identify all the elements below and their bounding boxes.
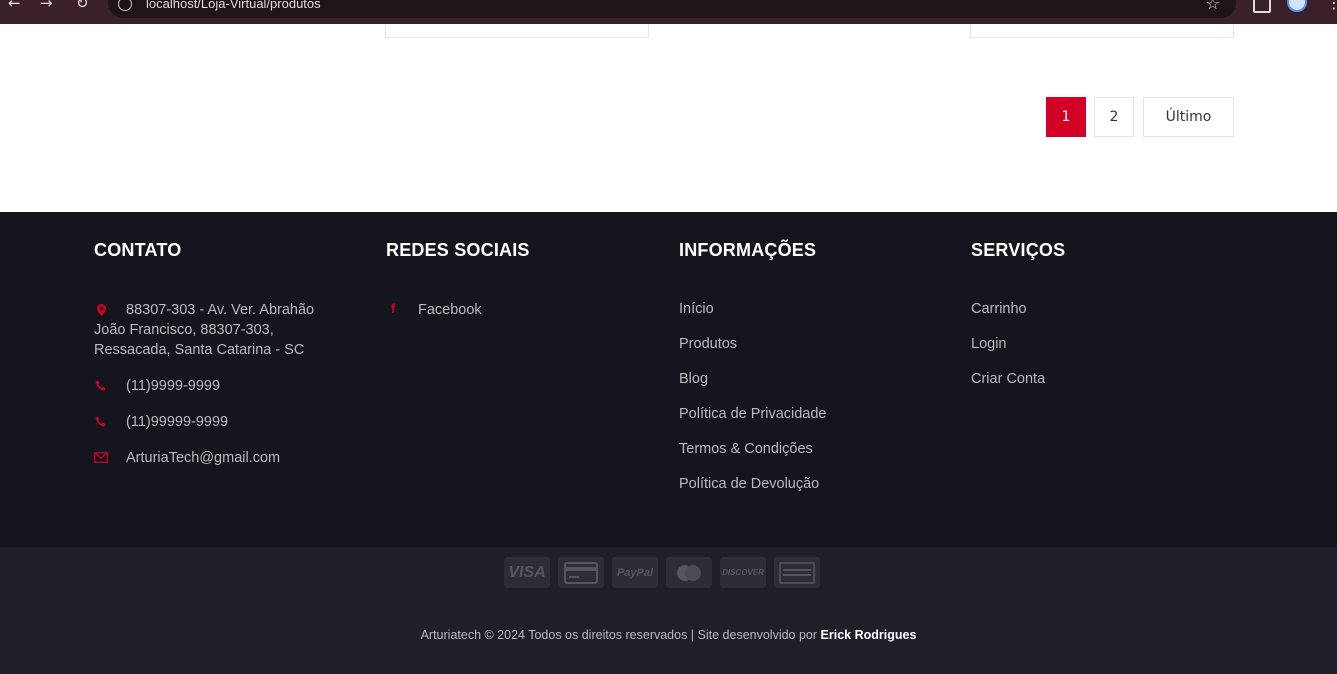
list-item: Blog: [679, 369, 959, 389]
facebook-icon: f: [390, 301, 396, 316]
list-item: Política de Privacidade: [679, 404, 959, 424]
profile-avatar[interactable]: [1287, 0, 1307, 12]
forward-icon[interactable]: →: [40, 0, 53, 12]
phone-1-link[interactable]: (11)9999-9999: [126, 378, 220, 394]
author-link[interactable]: Erick Rodrigues: [821, 628, 917, 642]
back-icon[interactable]: ←: [8, 0, 21, 12]
list-item: Criar Conta: [971, 369, 1251, 389]
footer-informacoes: INFORMAÇÕES Início Produtos Blog Polític…: [679, 240, 959, 509]
phone-2-link[interactable]: (11)99999-9999: [126, 414, 228, 430]
contact-phone: (11)9999-9999: [94, 375, 334, 396]
amex-icon: [774, 557, 820, 588]
bookmark-star-icon[interactable]: ☆: [1206, 0, 1220, 13]
list-item: Login: [971, 334, 1251, 354]
envelope-icon: [94, 447, 108, 467]
payment-methods: VISA PayPal DISCOVER: [504, 557, 820, 588]
page-2-button[interactable]: 2: [1094, 97, 1134, 137]
informacoes-title: INFORMAÇÕES: [679, 240, 817, 260]
return-policy-link[interactable]: Política de Devolução: [679, 476, 819, 492]
cart-link[interactable]: Carrinho: [971, 301, 1027, 317]
produtos-link[interactable]: Produtos: [679, 336, 737, 352]
privacy-policy-link[interactable]: Política de Privacidade: [679, 406, 827, 422]
visa-icon: VISA: [504, 557, 550, 588]
browser-menu-icon[interactable]: ⋮: [1326, 0, 1337, 12]
servicos-title: SERVIÇOS: [971, 240, 1066, 260]
copyright: Arturiatech © 2024 Todos os direitos res…: [0, 628, 1337, 642]
email-link[interactable]: ArturiaTech@gmail.com: [126, 450, 280, 466]
product-card: [385, 24, 649, 38]
login-link[interactable]: Login: [971, 336, 1006, 352]
contact-email: ArturiaTech@gmail.com: [94, 447, 334, 468]
url-text[interactable]: localhost/Loja-Virtual/produtos: [146, 0, 321, 11]
copyright-text: Arturiatech © 2024 Todos os direitos res…: [420, 628, 818, 642]
footer-servicos: SERVIÇOS Carrinho Login Criar Conta: [971, 240, 1251, 404]
list-item: Produtos: [679, 334, 959, 354]
inicio-link[interactable]: Início: [679, 301, 714, 317]
list-item: Termos & Condições: [679, 439, 959, 459]
reload-icon[interactable]: ↻: [76, 0, 89, 12]
blog-link[interactable]: Blog: [679, 371, 708, 387]
map-marker-icon: [94, 299, 108, 319]
facebook-link[interactable]: Facebook: [418, 302, 482, 318]
list-item: Política de Devolução: [679, 474, 959, 494]
address-text: 88307-303 - Av. Ver. Abrahão João Franci…: [94, 302, 315, 358]
create-account-link[interactable]: Criar Conta: [971, 371, 1045, 387]
footer-redes-sociais: REDES SOCIAIS f Facebook: [386, 240, 666, 335]
mastercard-icon: [666, 557, 712, 588]
list-item: Carrinho: [971, 299, 1251, 319]
list-item: Início: [679, 299, 959, 319]
contact-address: 88307-303 - Av. Ver. Abrahão João Franci…: [94, 299, 334, 360]
discover-icon: DISCOVER: [720, 557, 766, 588]
phone-icon: [94, 411, 108, 431]
terms-link[interactable]: Termos & Condições: [679, 441, 813, 457]
page-1-button[interactable]: 1: [1046, 97, 1086, 137]
phone-icon: [94, 375, 108, 395]
last-page-button[interactable]: Último: [1143, 97, 1234, 137]
side-panel-icon[interactable]: [1253, 0, 1271, 13]
credit-card-icon: [558, 557, 604, 588]
browser-toolbar: ← → ↻ localhost/Loja-Virtual/produtos ☆ …: [0, 0, 1337, 24]
social-item: f Facebook: [386, 299, 666, 320]
contact-phone: (11)99999-9999: [94, 411, 334, 432]
footer-contato: CONTATO 88307-303 - Av. Ver. Abrahão Joã…: [94, 240, 334, 483]
paypal-icon: PayPal: [612, 557, 658, 588]
redes-title: REDES SOCIAIS: [386, 240, 530, 260]
contato-title: CONTATO: [94, 240, 182, 260]
address-bar[interactable]: localhost/Loja-Virtual/produtos ☆: [108, 0, 1236, 18]
site-info-icon[interactable]: [118, 0, 132, 11]
product-card: [970, 24, 1234, 38]
